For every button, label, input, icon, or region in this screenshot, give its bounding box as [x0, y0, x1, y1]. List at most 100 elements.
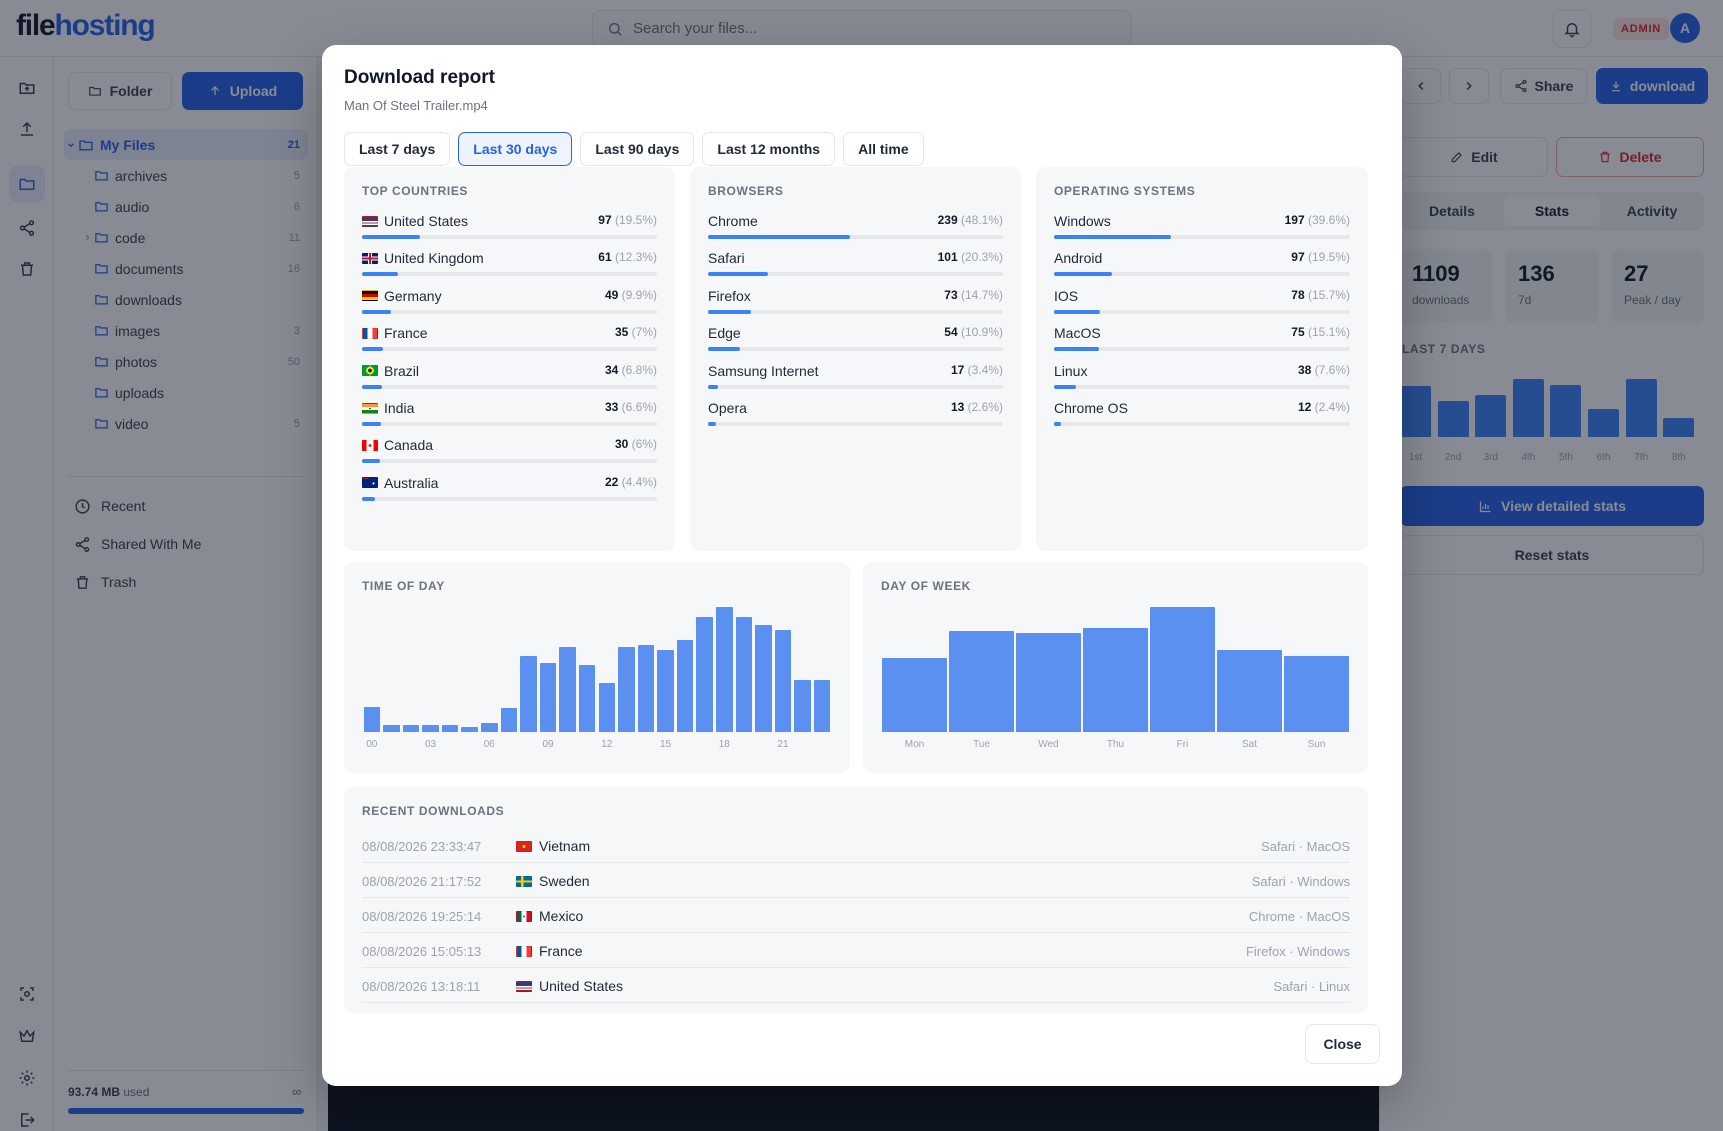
chart-bar[interactable]	[1217, 649, 1282, 732]
chart-bar[interactable]	[539, 663, 557, 732]
chart-bar[interactable]	[755, 624, 772, 732]
chart-bar[interactable]	[481, 723, 498, 732]
close-button[interactable]: Close	[1305, 1024, 1380, 1064]
chart-bar[interactable]	[618, 647, 635, 732]
row-percent: (39.6%)	[1307, 213, 1350, 227]
flag-de-icon	[362, 290, 378, 302]
chart-bar[interactable]	[794, 679, 811, 732]
chart-bar[interactable]	[461, 727, 478, 732]
recent-download-row: 08/08/2026 13:18:11 United States Safari ·…	[362, 968, 1350, 1003]
range-last-30-days[interactable]: Last 30 days	[458, 132, 573, 166]
row-value: 12 (2.4%)	[1298, 400, 1350, 414]
row-name: IOS	[1054, 288, 1078, 304]
progress-track	[362, 459, 657, 464]
row-label: Linux	[1054, 362, 1088, 379]
row-count: 75	[1291, 325, 1305, 340]
chart-bar[interactable]	[559, 647, 576, 732]
axis-tick-label: Wed	[1038, 739, 1059, 750]
progress-fill	[1054, 347, 1099, 352]
row-name: Samsung Internet	[708, 363, 819, 379]
row-label: Firefox	[708, 287, 751, 304]
flag-br-icon	[362, 365, 378, 377]
chart-bar[interactable]	[882, 658, 947, 732]
row-percent: (19.5%)	[1307, 250, 1350, 265]
row-percent: (2.6%)	[967, 400, 1003, 414]
chart-bar[interactable]	[402, 724, 420, 732]
row-value: 22 (4.4%)	[605, 475, 657, 489]
chart-bar[interactable]	[598, 683, 616, 732]
chart-bar[interactable]	[500, 708, 518, 732]
progress-track	[362, 235, 657, 239]
chart-bar[interactable]	[1150, 607, 1215, 732]
row-percent: (15.1%)	[1307, 325, 1350, 340]
country-label: Mexico	[539, 908, 584, 924]
row-percent: (4.4%)	[621, 474, 657, 489]
chart-bar[interactable]	[676, 639, 694, 732]
recent-download-row: 08/08/2026 19:25:14 Mexico Chrome · MacOS	[362, 898, 1350, 933]
row-percent: (7.6%)	[1314, 362, 1350, 377]
chart-bar[interactable]	[441, 724, 459, 732]
operating-systems-title: OPERATING SYSTEMS	[1054, 184, 1196, 198]
axis-tick-label: 18	[718, 739, 730, 750]
flag-vn-icon	[516, 840, 532, 852]
progress-fill	[362, 347, 383, 352]
row-name: Germany	[362, 288, 442, 304]
row-value: 61 (12.3%)	[598, 250, 657, 264]
row-count: 30	[614, 437, 629, 452]
chart-bar[interactable]	[657, 649, 674, 732]
row-count: 61	[598, 250, 612, 265]
row-label: France	[384, 325, 428, 342]
row-count: 38	[1297, 362, 1312, 377]
row-value: 73 (14.7%)	[944, 288, 1003, 302]
chart-bar[interactable]	[520, 655, 537, 732]
row-value: 34 (6.8%)	[605, 363, 657, 377]
chart-bar[interactable]	[1016, 633, 1081, 732]
download-user-agent: Safari · Linux	[1273, 979, 1350, 994]
row-name: Brazil	[362, 363, 419, 379]
row-percent: (15.7%)	[1307, 287, 1350, 302]
chart-bar[interactable]	[696, 617, 713, 732]
browsers-title: BROWSERS	[708, 184, 784, 198]
chart-bar[interactable]	[1284, 655, 1349, 732]
row-label: Windows	[1054, 213, 1111, 229]
progress-fill	[362, 459, 380, 464]
progress-fill	[362, 384, 383, 389]
download-user-agent: Chrome · MacOS	[1248, 909, 1350, 924]
row-percent: (19.5%)	[614, 213, 657, 227]
chart-bar[interactable]	[949, 630, 1014, 732]
range-last-7-days[interactable]: Last 7 days	[344, 132, 451, 166]
row-value: 35 (7%)	[615, 325, 657, 339]
range-last-12-months[interactable]: Last 12 months	[702, 132, 836, 166]
chart-bar[interactable]	[1083, 628, 1148, 732]
operating-systems-card: OPERATING SYSTEMS Windows 197 (39.6%) Andr…	[1036, 167, 1368, 551]
row-percent: (6%)	[631, 437, 657, 452]
row-name: Edge	[708, 325, 741, 341]
browsers-row: Chrome 239 (48.1%)	[708, 209, 1003, 245]
chart-bar[interactable]	[383, 724, 400, 732]
row-count: 49	[604, 287, 619, 302]
chart-bar[interactable]	[578, 664, 596, 732]
chart-bar[interactable]	[422, 724, 439, 732]
row-count: 97	[598, 213, 612, 227]
chart-bar[interactable]	[363, 707, 381, 732]
range-last-90-days[interactable]: Last 90 days	[580, 132, 695, 166]
chart-bar[interactable]	[735, 617, 753, 732]
chart-bar[interactable]	[813, 679, 831, 732]
progress-fill	[1054, 309, 1101, 314]
row-label: Edge	[708, 325, 741, 342]
chart-bar[interactable]	[774, 629, 792, 732]
day-of-week-title: DAY OF WEEK	[881, 579, 971, 593]
download-time: 08/08/2026 15:05:13	[362, 944, 482, 959]
flag-fr-icon	[362, 327, 378, 339]
row-name: Linux	[1054, 363, 1087, 379]
range-all-time[interactable]: All time	[843, 132, 924, 166]
chart-bar[interactable]	[716, 607, 733, 732]
recent-downloads-card: RECENT DOWNLOADS 08/08/2026 23:33:47 Viet…	[344, 787, 1368, 1013]
row-value: 97 (19.5%)	[1291, 250, 1350, 264]
row-value: 38 (7.6%)	[1298, 363, 1350, 377]
download-time: 08/08/2026 19:25:14	[362, 909, 482, 924]
chart-bar[interactable]	[637, 644, 655, 732]
row-percent: (48.1%)	[960, 213, 1003, 227]
row-value: 97 (19.5%)	[598, 213, 657, 227]
flag-ca-icon	[362, 439, 378, 451]
